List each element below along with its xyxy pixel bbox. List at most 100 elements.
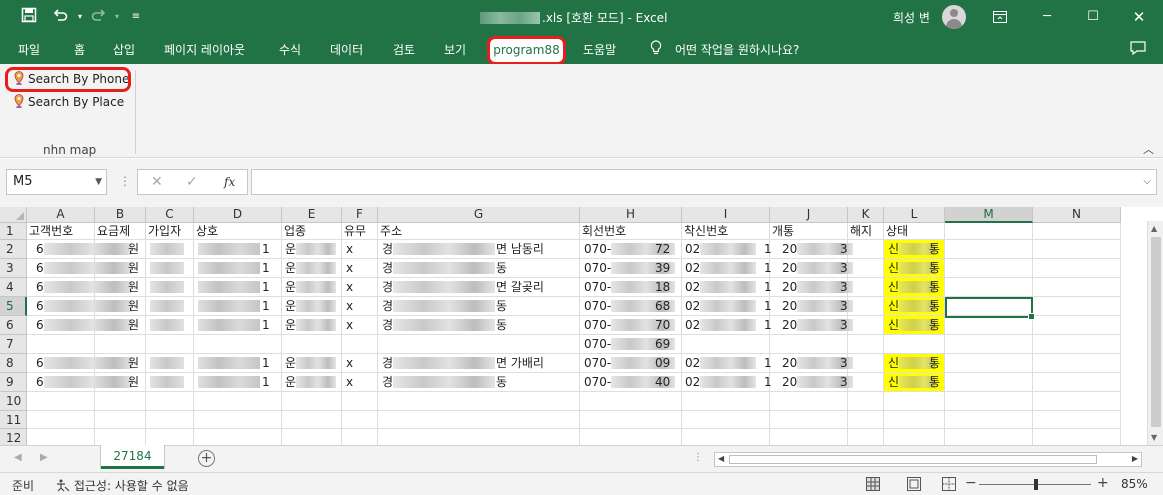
cell[interactable]: [1033, 316, 1121, 335]
cell[interactable]: [884, 392, 945, 411]
cell-value[interactable]: 3: [840, 240, 848, 259]
cell-value[interactable]: 경: [382, 316, 496, 335]
cell-value[interactable]: 통: [929, 373, 940, 392]
header-cell[interactable]: 고객번호: [27, 223, 73, 240]
cell-value[interactable]: 경: [382, 354, 496, 373]
column-header[interactable]: F: [342, 207, 378, 223]
cell-value[interactable]: 70: [655, 316, 670, 335]
ribbon-display-options-icon[interactable]: [977, 0, 1023, 34]
cell-value[interactable]: 02: [685, 240, 757, 259]
cell[interactable]: [194, 335, 282, 354]
cell[interactable]: [95, 392, 146, 411]
cell[interactable]: [194, 392, 282, 411]
cell[interactable]: [1033, 278, 1121, 297]
cell[interactable]: [378, 411, 580, 429]
row-header[interactable]: 11: [0, 411, 27, 429]
cell[interactable]: [95, 335, 146, 354]
cell-value[interactable]: 6: [36, 373, 132, 392]
cell-value[interactable]: 6: [36, 354, 132, 373]
chevron-down-icon[interactable]: ▼: [95, 170, 102, 194]
cell[interactable]: [770, 411, 848, 429]
cell[interactable]: [194, 429, 282, 445]
normal-view-icon[interactable]: [866, 477, 880, 491]
cell-value[interactable]: 02: [685, 316, 757, 335]
cell[interactable]: [1033, 335, 1121, 354]
column-header[interactable]: C: [146, 207, 194, 223]
avatar[interactable]: [942, 5, 966, 29]
cell[interactable]: [1033, 429, 1121, 445]
row-header[interactable]: 12: [0, 429, 27, 445]
cell-value[interactable]: x: [346, 259, 353, 278]
cell-value[interactable]: 동: [496, 373, 507, 392]
cell[interactable]: [1033, 259, 1121, 278]
column-header[interactable]: A: [27, 207, 95, 223]
row-header[interactable]: 1: [0, 223, 27, 240]
cell-value[interactable]: 운: [285, 278, 337, 297]
column-header[interactable]: I: [682, 207, 770, 223]
prev-sheet-icon[interactable]: ◀: [14, 452, 22, 463]
cell-value[interactable]: 1: [262, 278, 270, 297]
cell-value[interactable]: 원: [128, 278, 139, 297]
cell[interactable]: [342, 429, 378, 445]
tab-view[interactable]: 보기: [444, 41, 466, 58]
cell-value[interactable]: 신: [888, 297, 936, 316]
close-icon[interactable]: ✕: [1116, 0, 1162, 34]
cell-value[interactable]: 신: [888, 278, 936, 297]
cell[interactable]: [1033, 354, 1121, 373]
cell-value[interactable]: 신: [888, 259, 936, 278]
cell-value[interactable]: 39: [655, 259, 670, 278]
add-sheet-icon[interactable]: +: [198, 450, 215, 467]
comments-icon[interactable]: [1130, 41, 1146, 55]
tab-help[interactable]: 도움말: [583, 41, 616, 58]
header-cell[interactable]: 해지: [848, 223, 872, 240]
cell[interactable]: [848, 316, 884, 335]
cell-value[interactable]: 원: [128, 373, 139, 392]
cell[interactable]: [342, 392, 378, 411]
cell[interactable]: [146, 429, 194, 445]
cell[interactable]: [580, 392, 682, 411]
sheet-tab[interactable]: 27184: [101, 445, 164, 469]
tab-file[interactable]: 파일: [18, 41, 40, 58]
cell[interactable]: [378, 335, 580, 354]
cell-value[interactable]: 원: [128, 354, 139, 373]
column-header[interactable]: N: [1033, 207, 1121, 223]
cell[interactable]: [194, 411, 282, 429]
enter-icon[interactable]: ✓: [186, 174, 198, 190]
cell[interactable]: [945, 373, 1033, 392]
cell[interactable]: [682, 392, 770, 411]
save-icon[interactable]: [18, 7, 40, 27]
cell-value[interactable]: x: [346, 354, 353, 373]
cell-value[interactable]: 6: [36, 316, 132, 335]
cell-value[interactable]: 3: [840, 278, 848, 297]
cell[interactable]: [1033, 373, 1121, 392]
cell-value[interactable]: 면 갈곶리: [496, 278, 544, 297]
cell[interactable]: [146, 392, 194, 411]
cell-value[interactable]: 운: [285, 373, 337, 392]
header-cell[interactable]: 상태: [884, 223, 908, 240]
cell-value[interactable]: 02: [685, 354, 757, 373]
cell[interactable]: [848, 392, 884, 411]
page-break-view-icon[interactable]: [942, 477, 956, 491]
column-header[interactable]: D: [194, 207, 282, 223]
cell-value[interactable]: 1: [764, 240, 772, 259]
horizontal-scrollbar[interactable]: ◀ ▶: [714, 452, 1142, 467]
cell-value[interactable]: x: [346, 316, 353, 335]
cell[interactable]: [1033, 411, 1121, 429]
cell-value[interactable]: 1: [262, 259, 270, 278]
cell-value[interactable]: 동: [496, 259, 507, 278]
cell[interactable]: [945, 392, 1033, 411]
user-name[interactable]: 희성 변: [893, 9, 930, 26]
cell[interactable]: [378, 429, 580, 445]
cell[interactable]: [770, 392, 848, 411]
select-all-corner[interactable]: [0, 207, 27, 223]
cell[interactable]: [884, 335, 945, 354]
cell-value[interactable]: 02: [685, 259, 757, 278]
header-cell[interactable]: 가입자: [146, 223, 181, 240]
zoom-level[interactable]: 85%: [1121, 477, 1148, 491]
cell[interactable]: [378, 392, 580, 411]
cell-value[interactable]: 통: [929, 297, 940, 316]
tab-review[interactable]: 검토: [393, 41, 415, 58]
cell-value[interactable]: 3: [840, 297, 848, 316]
row-header[interactable]: 5: [0, 297, 27, 316]
cell-value[interactable]: 6: [36, 278, 132, 297]
